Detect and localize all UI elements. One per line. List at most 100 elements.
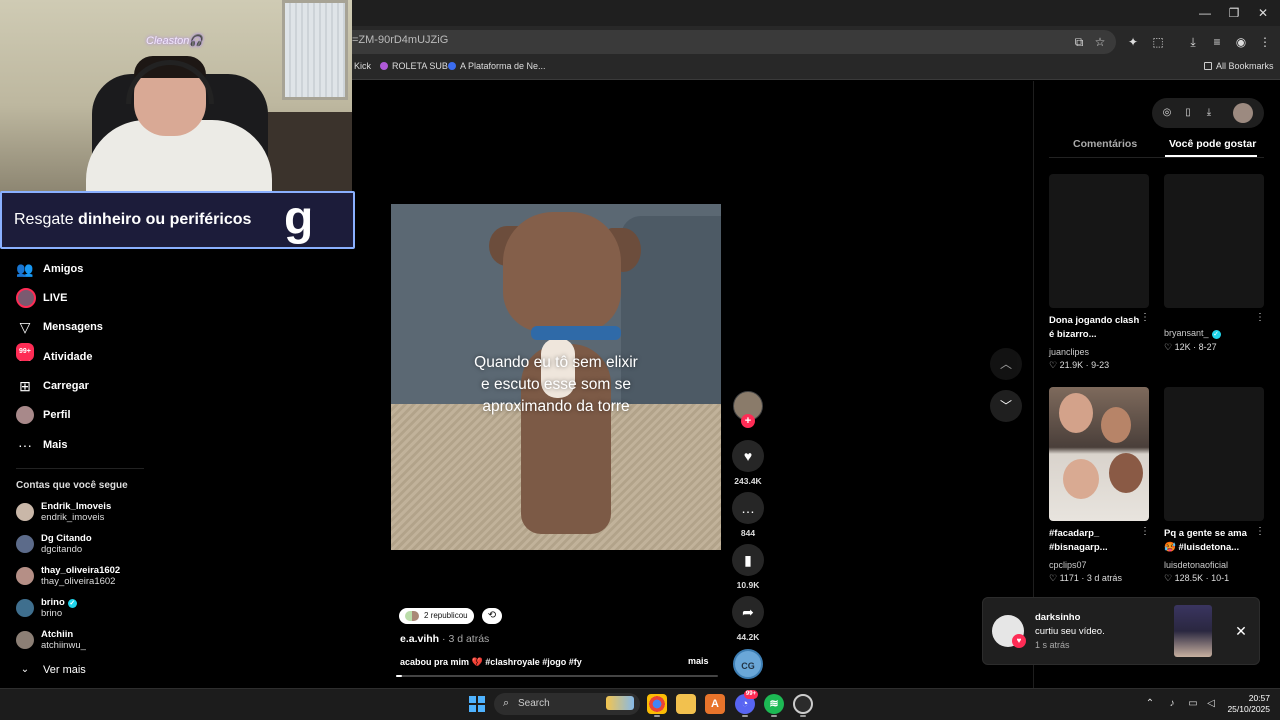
video-card-title[interactable]: Pq a gente se ama 🥵 #luisdetona...	[1164, 527, 1256, 555]
tab-comentarios[interactable]: Comentários	[1073, 138, 1137, 150]
monitor-icon[interactable]: ▭	[1186, 697, 1200, 711]
following-item[interactable]: Atchiin atchiinwu_	[16, 626, 86, 654]
following-name: Endrik_Imoveis	[41, 501, 112, 512]
sidebar-item-mensagens[interactable]: ▽ Mensagens	[16, 316, 103, 338]
app-running-indicator	[771, 715, 777, 717]
all-bookmarks[interactable]: All Bookmarks	[1204, 61, 1274, 71]
extension-color-icon[interactable]: ✦	[1124, 33, 1142, 51]
sidebar-item-label: Atividade	[43, 351, 93, 363]
card-more-icon[interactable]: ⋮	[1140, 526, 1150, 537]
author-row[interactable]: e.a.vihh · 3 d atrás	[400, 633, 489, 645]
activity-badge: 99+	[16, 343, 34, 361]
card-more-icon[interactable]: ⋮	[1255, 526, 1265, 537]
microphone-icon[interactable]: ♪	[1165, 697, 1179, 711]
profile-icon[interactable]: ◉	[1232, 33, 1250, 51]
activity-icon: ▭99+	[16, 343, 34, 366]
caption-line: aproximando da torre	[482, 398, 630, 415]
save-button[interactable]: ▮	[732, 544, 764, 576]
repost-icon[interactable]: ⟲	[482, 608, 502, 624]
folder-icon	[1204, 62, 1212, 70]
sidebar-item-carregar[interactable]: ⊞ Carregar	[16, 375, 89, 397]
video-card-thumbnail[interactable]	[1164, 174, 1264, 308]
maximize-button[interactable]: ❐	[1219, 4, 1249, 22]
bookmark-plataforma[interactable]: A Plataforma de Ne...	[448, 61, 546, 71]
bookmark-kick[interactable]: Kick	[354, 61, 371, 71]
music-disc[interactable]: CG	[733, 649, 763, 679]
comment-icon: …	[741, 500, 755, 516]
obs-icon[interactable]	[793, 694, 813, 714]
card-more-icon[interactable]: ⋮	[1140, 312, 1150, 323]
heart-icon: ♥	[1012, 634, 1026, 648]
app-a-icon[interactable]: A	[705, 694, 725, 714]
share-button[interactable]: ➦	[732, 596, 764, 628]
url-text[interactable]: =ZM-90rD4mUJZiG	[352, 34, 448, 46]
verified-icon: ✓	[67, 599, 77, 608]
video-card-title[interactable]: #facadarp_ #bisnagarp...	[1049, 527, 1141, 555]
close-window-button[interactable]: ✕	[1248, 4, 1278, 22]
volume-icon[interactable]: ◁	[1204, 697, 1218, 711]
notifier-name: darksinho	[1035, 612, 1081, 623]
reading-list-icon[interactable]: ≡	[1208, 33, 1226, 51]
follow-plus-icon[interactable]: +	[741, 414, 755, 428]
bookmark-star-icon[interactable]: ☆	[1091, 33, 1109, 51]
video-card-title[interactable]: Dona jogando clash é bizarro...	[1049, 314, 1141, 342]
video-card-stats: ♡ 128.5K · 10-1	[1164, 573, 1230, 583]
video-card-user[interactable]: cpclips07	[1049, 560, 1087, 570]
tab-voce-pode-gostar[interactable]: Você pode gostar	[1169, 138, 1256, 150]
following-item[interactable]: Endrik_Imoveis endrik_imoveis	[16, 498, 111, 526]
video-card-thumbnail[interactable]	[1049, 387, 1149, 521]
following-item[interactable]: thay_oliveira1602 thay_oliveira1602	[16, 562, 120, 590]
discord-badge: 99+	[744, 690, 758, 699]
like-button[interactable]: ♥	[732, 440, 764, 472]
download-icon[interactable]: ⤓	[1201, 105, 1217, 121]
file-explorer-icon[interactable]	[676, 694, 696, 714]
sidebar-item-label: Mais	[43, 439, 68, 451]
extensions-icon[interactable]: ⬚	[1149, 33, 1167, 51]
spotify-icon[interactable]: ≋	[764, 694, 784, 714]
bookmark-roleta-sub[interactable]: ROLETA SUB	[380, 61, 448, 71]
windows-start-icon[interactable]	[469, 696, 485, 712]
comment-button[interactable]: …	[732, 492, 764, 524]
sidebar-item-atividade[interactable]: ▭99+ Atividade	[16, 343, 93, 368]
sidebar-item-perfil[interactable]: Perfil	[16, 404, 71, 426]
sidebar-item-label: Amigos	[43, 263, 84, 275]
download-icon[interactable]: ⤓	[1184, 33, 1202, 51]
compass-icon[interactable]: ◎	[1159, 105, 1175, 121]
messages-icon: ▽	[19, 319, 31, 335]
sidebar-item-label: Mensagens	[43, 321, 103, 333]
user-avatar[interactable]	[1233, 103, 1253, 123]
video-card-user[interactable]: bryansant_ ✓	[1164, 328, 1221, 339]
video-card-user[interactable]: juanclipes	[1049, 347, 1089, 357]
sidebar-item-amigos[interactable]: 👥 Amigos	[16, 258, 83, 280]
following-item[interactable]: brino ✓ brino	[16, 594, 77, 622]
active-tab-indicator	[1165, 155, 1257, 157]
following-item[interactable]: Dg Citando dgcitando	[16, 530, 92, 558]
sidebar-item-mais[interactable]: ··· Mais	[16, 434, 67, 456]
clock-date: 25/10/2025	[1227, 704, 1270, 714]
next-video-button[interactable]: ﹀	[990, 390, 1022, 422]
plataforma-icon	[448, 62, 456, 70]
clock[interactable]: 20:57 25/10/2025	[1222, 693, 1270, 715]
more-link[interactable]: mais	[688, 656, 709, 666]
video-progress[interactable]	[396, 675, 718, 677]
close-icon[interactable]: ✕	[1232, 622, 1250, 640]
minimize-button[interactable]: —	[1190, 4, 1220, 22]
card-more-icon[interactable]: ⋮	[1255, 312, 1265, 323]
sidebar-item-live[interactable]: LIVE	[16, 287, 67, 309]
video-card-user[interactable]: luisdetonaoficial	[1164, 560, 1228, 570]
menu-kebab-icon[interactable]: ⋮	[1256, 33, 1274, 51]
address-bar[interactable]	[340, 30, 1116, 54]
video-card-thumbnail[interactable]	[1049, 174, 1149, 308]
chrome-icon[interactable]	[647, 694, 667, 714]
previous-video-button[interactable]: ︿	[990, 348, 1022, 380]
see-more-button[interactable]: ⌄ Ver mais	[16, 659, 86, 681]
caption-line: Quando eu tô sem elixir	[474, 354, 638, 371]
video-player[interactable]: Quando eu tô sem elixir e escuto esse so…	[391, 204, 721, 550]
caption-line: e escuto esse som se	[481, 376, 631, 393]
video-card-thumbnail[interactable]	[1164, 387, 1264, 521]
avatar	[16, 535, 34, 553]
repost-pill[interactable]: 2 republicou	[399, 608, 474, 624]
cast-icon[interactable]: ⧉	[1070, 33, 1088, 51]
tray-chevron-icon[interactable]: ⌃	[1143, 697, 1157, 711]
phone-icon[interactable]: ▯	[1180, 105, 1196, 121]
